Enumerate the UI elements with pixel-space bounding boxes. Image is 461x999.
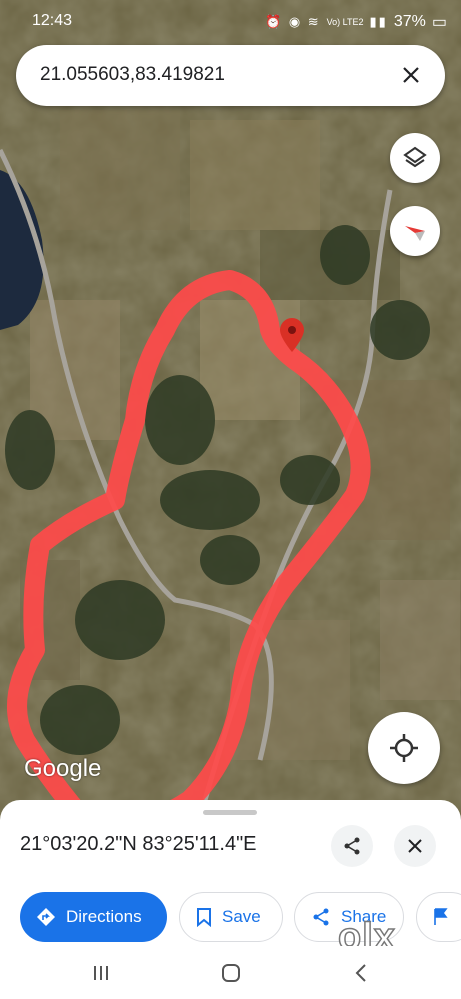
sheet-handle[interactable] — [203, 810, 257, 815]
my-location-button[interactable] — [368, 712, 440, 784]
recents-icon[interactable] — [86, 958, 116, 988]
system-nav-bar — [0, 946, 461, 999]
battery-icon: ▭ — [431, 14, 447, 31]
network-label: Vo) LTE2 — [326, 16, 364, 27]
home-icon[interactable] — [216, 958, 246, 988]
back-icon[interactable] — [346, 958, 376, 988]
directions-label: Directions — [66, 907, 142, 926]
close-icon — [408, 839, 422, 853]
search-bar[interactable]: 21.055603,83.419821 — [16, 45, 445, 106]
status-bar: 12:43 ⏰ ◉ ≋ Vo) LTE2 ▮▮ 37% ▭ — [0, 0, 461, 44]
save-label: Save — [222, 907, 261, 926]
layers-button[interactable] — [390, 133, 440, 183]
compass-button[interactable] — [390, 206, 440, 256]
directions-button[interactable]: Directions — [20, 892, 167, 942]
share-icon-button[interactable] — [331, 825, 373, 867]
share-icon — [344, 837, 360, 855]
google-attribution: Google — [24, 755, 102, 782]
status-time: 12:43 — [32, 12, 73, 29]
share-icon — [313, 908, 329, 926]
directions-icon — [37, 908, 55, 926]
close-sheet-button[interactable] — [394, 825, 436, 867]
layers-icon — [403, 146, 427, 168]
battery-level: 37% — [393, 13, 426, 30]
my-location-icon — [390, 734, 418, 762]
close-icon[interactable] — [395, 59, 427, 91]
flag-button[interactable] — [416, 892, 461, 942]
search-query[interactable]: 21.055603,83.419821 — [40, 64, 225, 86]
bookmark-icon — [197, 908, 211, 927]
compass-icon — [405, 226, 425, 241]
save-button[interactable]: Save — [179, 892, 283, 942]
signal-icon: ▮▮ — [369, 14, 388, 29]
coordinates-text: 21°03'20.2"N 83°25'11.4"E — [20, 833, 257, 855]
status-icons: ⏰ ◉ ≋ — [265, 14, 321, 29]
flag-icon — [434, 908, 448, 925]
